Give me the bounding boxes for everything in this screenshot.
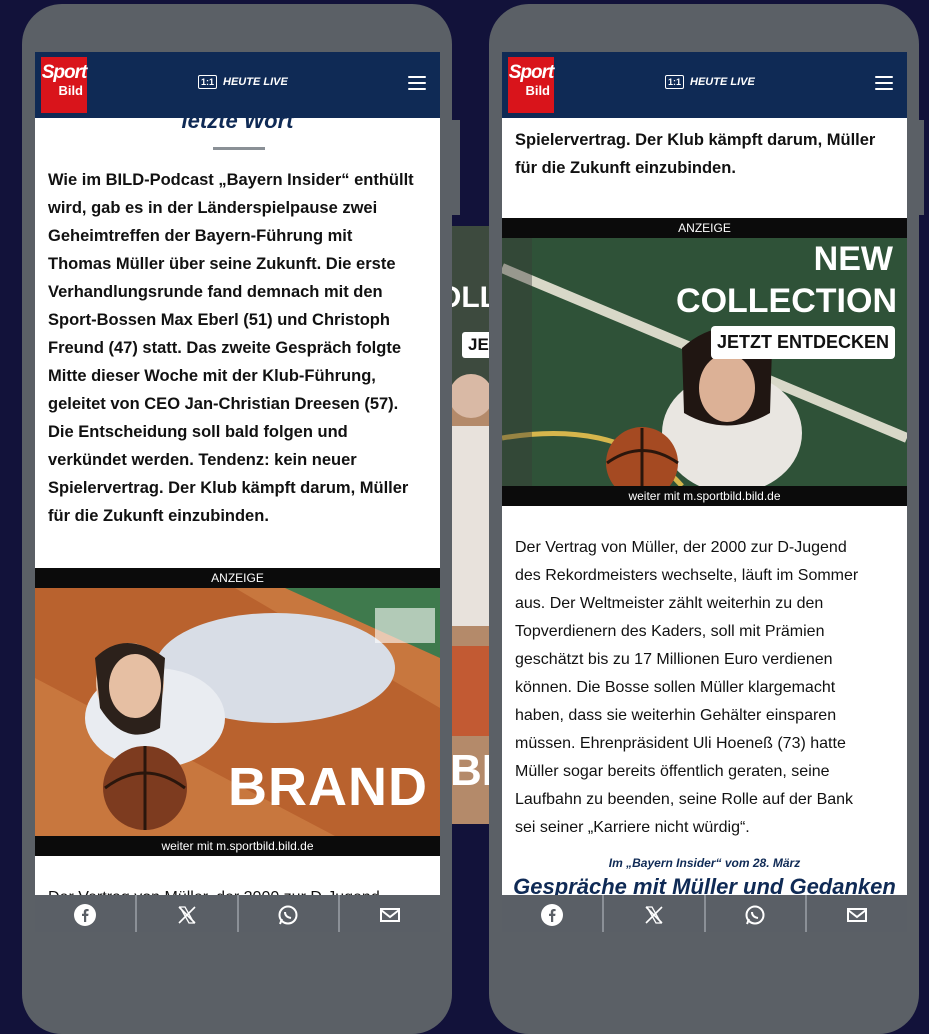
mail-icon xyxy=(847,908,868,922)
x-icon xyxy=(645,906,663,924)
share-bar xyxy=(35,895,440,932)
heute-live-link[interactable]: 1:1 HEUTE LIVE xyxy=(198,75,288,89)
ad-label: ANZEIGE xyxy=(502,218,907,238)
text-line: Thomas Müller über seine Zukunft. Die er… xyxy=(48,255,396,273)
advertisement[interactable]: ANZEIGE NEW COLLECTION JETZT ENTDECKEN w… xyxy=(502,218,907,506)
ad-title-line1: NEW xyxy=(813,240,893,278)
live-badge: 1:1 xyxy=(665,75,685,89)
share-whatsapp-button[interactable] xyxy=(239,895,341,932)
text-line: für die Zukunft einzubinden. xyxy=(515,159,736,177)
bg-ad-word: BR xyxy=(450,746,493,795)
article-paragraph: Spielervertrag. Der Klub kämpft darum, M… xyxy=(515,126,893,182)
ad-title-line2: COLLECTION xyxy=(676,282,897,320)
live-badge: 1:1 xyxy=(198,75,218,89)
site-header: Sport Bild 1:1 HEUTE LIVE xyxy=(502,52,907,118)
facebook-icon xyxy=(73,904,96,926)
article-paragraph: Der Vertrag von Müller, der 2000 zur D-J… xyxy=(515,534,893,842)
share-mail-button[interactable] xyxy=(340,895,440,932)
x-icon xyxy=(178,906,196,924)
share-bar xyxy=(502,895,907,932)
text-line: Laufbahn zu beenden, seine Rolle auf der… xyxy=(515,791,854,808)
live-label: HEUTE LIVE xyxy=(223,76,288,88)
text-line: können. Die Bosse sollen Müller klargema… xyxy=(515,679,836,696)
text-line: geleitet von CEO Jan-Christian Dreesen (… xyxy=(48,395,399,413)
logo-line2: Bild xyxy=(525,83,550,98)
share-x-button[interactable] xyxy=(604,895,706,932)
teaser-kicker: Im „Bayern Insider“ vom 28. März xyxy=(608,856,801,870)
phone-frame-left: Sport Bild 1:1 HEUTE LIVE letzte Wort Wi… xyxy=(22,4,452,1034)
text-line: aus. Der Weltmeister zählt weiterhin zu … xyxy=(515,595,824,612)
text-line: Topverdienern des Kaders, soll mit Prämi… xyxy=(515,623,825,640)
text-line: Geheimtreffen der Bayern-Führung mit xyxy=(48,227,353,245)
phone-frame-right: Sport Bild 1:1 HEUTE LIVE Spielervertrag… xyxy=(489,4,919,1034)
ad-cta-button[interactable]: JETZT ENTDECKEN xyxy=(710,326,895,359)
heute-live-link[interactable]: 1:1 HEUTE LIVE xyxy=(665,75,755,89)
share-facebook-button[interactable] xyxy=(35,895,137,932)
ad-image[interactable]: NEW COLLECTION JETZT ENTDECKEN xyxy=(502,238,907,486)
share-whatsapp-button[interactable] xyxy=(706,895,808,932)
facebook-icon xyxy=(540,904,563,926)
phone-screen-right: Sport Bild 1:1 HEUTE LIVE Spielervertrag… xyxy=(502,52,907,932)
text-line: Wie im BILD-Podcast „Bayern Insider“ ent… xyxy=(48,171,414,189)
ad-word: BRAND xyxy=(228,757,428,817)
text-line: geschätzt bis zu 17 Millionen Euro verdi… xyxy=(515,651,833,668)
text-line: Spielervertrag. Der Klub kämpft darum, M… xyxy=(48,479,409,497)
sportbild-logo[interactable]: Sport Bild xyxy=(508,57,554,113)
whatsapp-icon xyxy=(278,905,298,925)
sportbild-logo[interactable]: Sport Bild xyxy=(41,57,87,113)
phone-screen-left: Sport Bild 1:1 HEUTE LIVE letzte Wort Wi… xyxy=(35,52,440,932)
text-line: sei seiner „Karriere nicht würdig“. xyxy=(515,819,750,836)
ad-label: ANZEIGE xyxy=(35,568,440,588)
text-line: für die Zukunft einzubinden. xyxy=(48,507,269,525)
ad-image[interactable]: BRAND xyxy=(35,588,440,836)
logo-line2: Bild xyxy=(58,83,83,98)
title-divider xyxy=(213,147,265,150)
text-line: Müller sogar bereits öffentlich geraten,… xyxy=(515,763,830,780)
phone-side-button xyxy=(451,120,460,215)
share-mail-button[interactable] xyxy=(807,895,907,932)
text-line: Spielervertrag. Der Klub kämpft darum, M… xyxy=(515,131,876,149)
ad-footer-link[interactable]: weiter mit m.sportbild.bild.de xyxy=(35,836,440,856)
text-line: verkündet werden. Tendenz: kein neuer xyxy=(48,451,357,469)
text-line: des Rekordmeisters wechselte, läuft im S… xyxy=(515,567,859,584)
article-paragraph: Wie im BILD-Podcast „Bayern Insider“ ent… xyxy=(48,166,426,530)
logo-line1: Sport xyxy=(41,62,88,83)
text-line: haben, dass sie weiterhin Gehälter einsp… xyxy=(515,707,837,724)
text-line: Die Entscheidung soll bald folgen und xyxy=(48,423,348,441)
ad-footer-link[interactable]: weiter mit m.sportbild.bild.de xyxy=(502,486,907,506)
site-header: Sport Bild 1:1 HEUTE LIVE xyxy=(35,52,440,118)
text-line: Freund (47) statt. Das zweite Gespräch f… xyxy=(48,339,401,357)
advertisement[interactable]: ANZEIGE BRAND weiter mit m.sportbild.bil… xyxy=(35,568,440,856)
share-facebook-button[interactable] xyxy=(502,895,604,932)
whatsapp-icon xyxy=(745,905,765,925)
menu-icon[interactable] xyxy=(408,76,426,90)
text-line: Sport-Bossen Max Eberl (51) und Christop… xyxy=(48,311,390,329)
menu-icon[interactable] xyxy=(875,76,893,90)
text-line: Verhandlungsrunde fand demnach mit den xyxy=(48,283,383,301)
mail-icon xyxy=(380,908,401,922)
text-line: müssen. Ehrenpräsident Uli Hoeneß (73) h… xyxy=(515,735,846,752)
text-line: wird, gab es in der Länderspielpause zwe… xyxy=(48,199,378,217)
share-x-button[interactable] xyxy=(137,895,239,932)
text-line: Der Vertrag von Müller, der 2000 zur D-J… xyxy=(515,539,847,556)
live-label: HEUTE LIVE xyxy=(690,76,755,88)
logo-line1: Sport xyxy=(508,62,555,83)
text-line: Mitte dieser Woche mit der Klub-Führung, xyxy=(48,367,376,385)
